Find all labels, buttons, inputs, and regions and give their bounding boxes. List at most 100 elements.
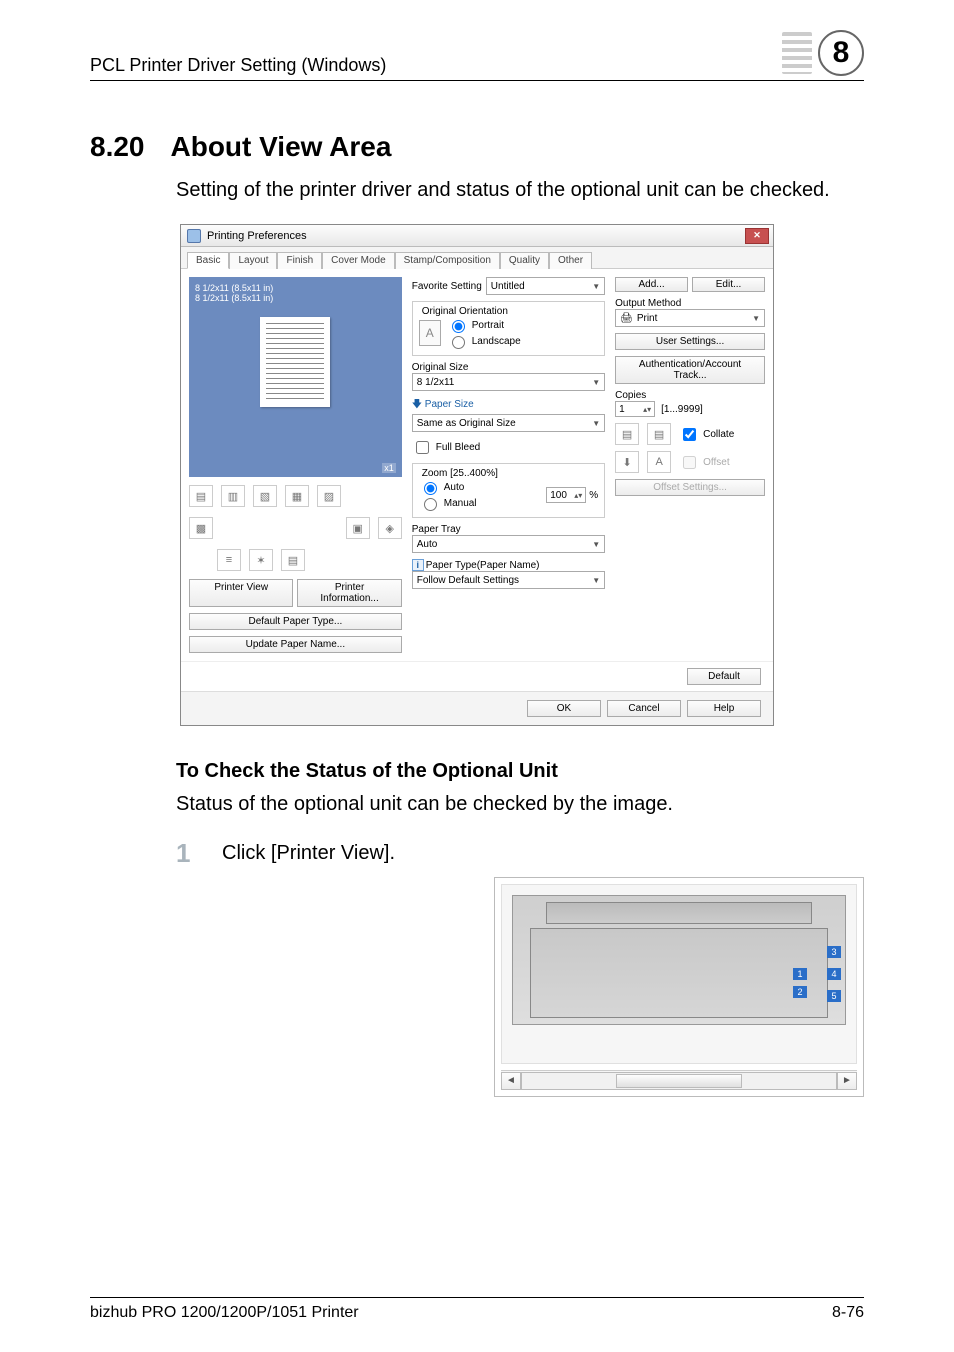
user-settings-button[interactable]: User Settings...	[615, 333, 765, 350]
original-size-select[interactable]: 8 1/2x11▼	[412, 373, 605, 391]
duplex-icon[interactable]: ▧	[253, 485, 277, 507]
default-button[interactable]: Default	[687, 668, 761, 685]
help-button[interactable]: Help	[687, 700, 761, 717]
tray-tag-2: 2	[793, 986, 807, 998]
paper-icon[interactable]: ▥	[221, 485, 245, 507]
tabstrip: Basic Layout Finish Cover Mode Stamp/Com…	[181, 247, 773, 269]
zoom-suffix: %	[589, 490, 598, 501]
chevron-down-icon: ▼	[592, 282, 600, 291]
tab-finish[interactable]: Finish	[277, 252, 322, 269]
preview-original-size: 8 1/2x11 (8.5x11 in)	[195, 283, 396, 293]
footer-right: 8-76	[832, 1304, 864, 1322]
section-intro: Setting of the printer driver and status…	[176, 177, 864, 204]
copies-range: [1...9999]	[661, 404, 703, 415]
original-orientation-legend: Original Orientation	[419, 306, 511, 317]
tray-tag-4: 4	[827, 968, 841, 980]
tab-cover-mode[interactable]: Cover Mode	[322, 252, 394, 269]
icon-row-2: ▩ ▣ ◈	[189, 515, 402, 541]
copies-label: Copies	[615, 390, 765, 401]
ok-button[interactable]: OK	[527, 700, 601, 717]
chevron-down-icon: ▼	[592, 576, 600, 585]
tab-basic[interactable]: Basic	[187, 252, 229, 269]
scroll-track[interactable]	[521, 1072, 837, 1090]
collate-icon-b: ▤	[647, 423, 671, 445]
icon-row-1: ▤ ▥ ▧ ▦ ▨	[189, 483, 402, 509]
icon-row-3: ≡ ✶ ▤	[189, 547, 402, 573]
printer-small-icon: 🖨	[620, 313, 633, 324]
paper-type-info-label: Paper Type(Paper Name)	[426, 560, 540, 571]
full-bleed-checkbox[interactable]	[416, 441, 429, 454]
collate-checkbox[interactable]	[683, 428, 696, 441]
original-orientation-group: Original Orientation A Portrait Landscap…	[412, 301, 605, 356]
cancel-button[interactable]: Cancel	[607, 700, 681, 717]
offset-icon-b: A	[647, 451, 671, 473]
zoom-legend: Zoom [25..400%]	[419, 468, 501, 479]
booklet-icon[interactable]: ▦	[285, 485, 309, 507]
preview-paper-size: 8 1/2x11 (8.5x11 in)	[195, 293, 396, 303]
copies-input[interactable]: 1▴▾	[615, 401, 655, 417]
subsection-heading: To Check the Status of the Optional Unit	[176, 760, 864, 783]
info-icon: i	[412, 559, 424, 571]
landscape-label: Landscape	[472, 336, 521, 347]
zoom-value-input[interactable]: 100▴▾	[546, 487, 586, 503]
fold-icon[interactable]: ≡	[217, 549, 241, 571]
watermark-icon[interactable]: ◈	[378, 517, 402, 539]
quality-icon[interactable]: ✶	[249, 549, 273, 571]
close-icon[interactable]: ✕	[745, 228, 769, 244]
scroll-left-icon[interactable]: ◄	[501, 1072, 521, 1090]
breadcrumb: PCL Printer Driver Setting (Windows)	[90, 55, 386, 76]
landscape-radio[interactable]	[452, 336, 465, 349]
output-method-label: Output Method	[615, 298, 765, 309]
scroll-right-icon[interactable]: ►	[837, 1072, 857, 1090]
favorite-add-button[interactable]: Add...	[615, 277, 688, 292]
favorite-setting-select[interactable]: Untitled▼	[486, 277, 605, 295]
dialog-titlebar[interactable]: Printing Preferences ✕	[181, 225, 773, 247]
horizontal-scrollbar[interactable]: ◄ ►	[501, 1070, 857, 1090]
output-method-select[interactable]: 🖨Print ▼	[615, 309, 765, 327]
zoom-auto-radio[interactable]	[424, 482, 437, 495]
tray-tag-1: 1	[793, 968, 807, 980]
paper-tray-select[interactable]: Auto▼	[412, 535, 605, 553]
paper-size-select[interactable]: Same as Original Size▼	[412, 414, 605, 432]
portrait-label: Portrait	[472, 320, 504, 331]
tab-quality[interactable]: Quality	[500, 252, 549, 269]
offset-settings-button: Offset Settings...	[615, 479, 765, 496]
tray-tag-5: 5	[827, 990, 841, 1002]
zoom-manual-radio[interactable]	[424, 498, 437, 511]
scale-icon[interactable]: ▣	[346, 517, 370, 539]
settings-icon[interactable]: ▤	[281, 549, 305, 571]
printer-icon	[187, 229, 201, 243]
zoom-auto-label: Auto	[444, 482, 465, 493]
chevron-down-icon: ▼	[592, 419, 600, 428]
dialog-title: Printing Preferences	[207, 230, 307, 242]
subsection-text: Status of the optional unit can be check…	[176, 793, 864, 816]
default-paper-type-button[interactable]: Default Paper Type...	[189, 613, 402, 630]
footer-left: bizhub PRO 1200/1200P/1051 Printer	[90, 1304, 359, 1322]
staple-icon[interactable]: ▨	[317, 485, 341, 507]
scroll-thumb[interactable]	[616, 1074, 742, 1088]
tab-stamp-composition[interactable]: Stamp/Composition	[395, 252, 500, 269]
printer-view-panel: 1 2 3 4 5 ◄ ►	[494, 877, 864, 1097]
printer-illustration: 1 2 3 4 5	[512, 895, 846, 1025]
printer-view-button[interactable]: Printer View	[189, 579, 293, 607]
section-number: 8.20	[90, 131, 145, 163]
paper-type-select[interactable]: Follow Default Settings▼	[412, 571, 605, 589]
paper-tray-label: Paper Tray	[412, 524, 605, 535]
offset-checkbox[interactable]	[683, 456, 696, 469]
tab-other[interactable]: Other	[549, 252, 592, 269]
section-title: About View Area	[171, 131, 392, 163]
orientation-preview-icon: A	[419, 320, 441, 346]
output-tray-icon[interactable]: ▤	[189, 485, 213, 507]
update-paper-name-button[interactable]: Update Paper Name...	[189, 636, 402, 653]
collate-icon-a: ▤	[615, 423, 639, 445]
portrait-radio[interactable]	[452, 320, 465, 333]
chapter-decoration	[782, 32, 812, 74]
step-text: Click [Printer View].	[222, 838, 395, 865]
chevron-down-icon: ▼	[752, 314, 760, 323]
auth-account-track-button[interactable]: Authentication/Account Track...	[615, 356, 765, 384]
paper-size-label: 🡇 Paper Size	[412, 397, 605, 414]
favorite-edit-button[interactable]: Edit...	[692, 277, 765, 292]
tab-layout[interactable]: Layout	[229, 252, 277, 269]
punch-icon[interactable]: ▩	[189, 517, 213, 539]
printer-information-button[interactable]: Printer Information...	[297, 579, 401, 607]
